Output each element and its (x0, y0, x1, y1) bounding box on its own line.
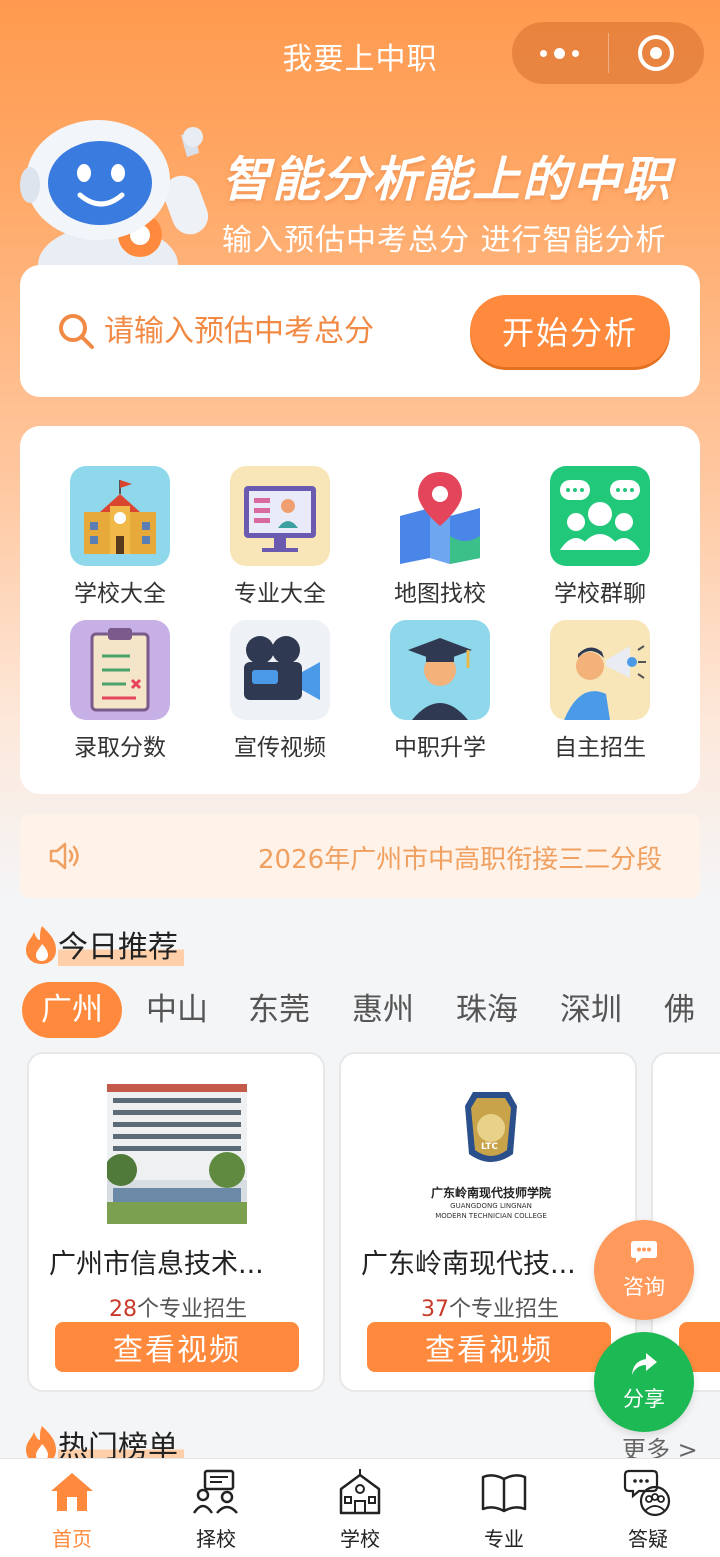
grid-item-further-study[interactable]: 中职升学 (370, 620, 510, 770)
grid-label: 专业大全 (234, 581, 326, 607)
share-button[interactable]: 分享 (594, 1332, 694, 1432)
city-tabs: 广州 中山 东莞 惠州 珠海 深圳 佛 (20, 982, 720, 1038)
hero-subtitle: 输入预估中考总分 进行智能分析 (222, 223, 667, 258)
grid-item-promo-video[interactable]: 宣传视频 (210, 620, 350, 770)
nav-label: 择校 (196, 1527, 236, 1551)
city-tab-zhuhai[interactable]: 珠海 (456, 982, 518, 1038)
nav-item-choose-school[interactable]: 择校 (144, 1467, 288, 1552)
grid-label: 宣传视频 (234, 735, 326, 761)
consult-label: 咨询 (623, 1275, 665, 1299)
qa-chat-icon (623, 1469, 671, 1517)
clipboard-checklist-icon (70, 620, 170, 720)
school-logo-en2: MODERN TECHNICIAN COLLEGE (435, 1212, 547, 1220)
megaphone-person-icon (550, 620, 650, 720)
feature-grid: 学校大全 专业大全 地图找校 学校群聊 录取分数 宣传视频 中职升学 自主招生 (20, 426, 700, 794)
notice-edge (670, 814, 700, 898)
grid-label: 自主招生 (554, 735, 646, 761)
major-count: 28个专业招生 (108, 1297, 247, 1322)
school-logo-badge: LTC (481, 1142, 498, 1152)
nav-item-home[interactable]: 首页 (0, 1467, 144, 1552)
school-photo (107, 1084, 247, 1224)
close-target-icon[interactable] (609, 35, 705, 71)
notice-text: 2026年广州市中高职衔接三二分段 (258, 845, 663, 875)
chat-bubble-icon (631, 1241, 657, 1263)
grid-item-self-enrollment[interactable]: 自主招生 (530, 620, 670, 770)
major-count: 37个专业招生 (420, 1297, 559, 1322)
grid-item-major-list[interactable]: 专业大全 (210, 466, 350, 616)
school-icon (339, 1469, 381, 1515)
city-tab-guangzhou[interactable]: 广州 (22, 982, 122, 1038)
monitor-presentation-icon (230, 466, 330, 566)
recommend-section-title: 今日推荐 (20, 922, 184, 966)
map-pin-icon (390, 466, 490, 566)
book-icon (481, 1474, 527, 1513)
choose-school-icon (192, 1469, 238, 1514)
score-search-card: 开始分析 (20, 265, 700, 397)
nav-label: 答疑 (628, 1527, 668, 1551)
school-logo-en1: GUANGDONG LINGNAN (450, 1202, 532, 1210)
nav-label: 学校 (340, 1527, 380, 1551)
grid-item-school-list[interactable]: 学校大全 (50, 466, 190, 616)
recommend-title: 今日推荐 (58, 922, 184, 966)
consult-button[interactable]: 咨询 (594, 1220, 694, 1320)
nav-item-major[interactable]: 专业 (432, 1467, 576, 1552)
school-card[interactable]: 广州市信息技术... 28个专业招生 查看视频 (27, 1052, 325, 1392)
more-options-icon[interactable] (512, 47, 608, 59)
robot-mascot-icon (20, 120, 209, 275)
graduate-icon (390, 620, 490, 720)
nav-item-school[interactable]: 学校 (288, 1467, 432, 1552)
school-logo-cn: 广东岭南现代技师学院 (430, 1186, 551, 1200)
bottom-nav: 首页 择校 学校 专业 答疑 (0, 1458, 720, 1557)
view-video-button[interactable]: 查看视频 (367, 1322, 611, 1372)
grid-label: 地图找校 (394, 581, 486, 607)
grid-item-admission-scores[interactable]: 录取分数 (50, 620, 190, 770)
city-tab-dongguan[interactable]: 东莞 (248, 982, 310, 1038)
city-tab-huizhou[interactable]: 惠州 (352, 982, 414, 1038)
score-input[interactable] (104, 309, 464, 353)
school-building-icon (70, 466, 170, 566)
city-tab-shenzhen[interactable]: 深圳 (560, 982, 622, 1038)
nav-item-qa[interactable]: 答疑 (576, 1467, 720, 1552)
school-name: 广州市信息技术... (49, 1249, 264, 1280)
share-label: 分享 (623, 1387, 665, 1411)
nav-label: 首页 (52, 1527, 92, 1551)
view-video-button[interactable]: 查看视频 (55, 1322, 299, 1372)
share-arrow-icon (632, 1353, 657, 1375)
grid-label: 学校大全 (74, 581, 166, 607)
grid-label: 录取分数 (74, 735, 166, 761)
school-name: 广东岭南现代技... (361, 1249, 576, 1280)
home-icon (51, 1473, 93, 1511)
video-camera-icon (230, 620, 330, 720)
city-tab-foshan[interactable]: 佛 (664, 982, 695, 1038)
grid-item-map-search[interactable]: 地图找校 (370, 466, 510, 616)
grid-label: 学校群聊 (554, 581, 646, 607)
mini-program-capsule (512, 22, 704, 84)
start-analysis-button[interactable]: 开始分析 (470, 295, 670, 367)
city-tab-zhongshan[interactable]: 中山 (146, 982, 208, 1038)
grid-item-group-chat[interactable]: 学校群聊 (530, 466, 670, 616)
hero-title: 智能分析能上的中职 (222, 152, 673, 208)
notice-bar[interactable]: 2026年广州市中高职衔接三二分段 (20, 814, 700, 898)
group-chat-icon (550, 466, 650, 566)
speaker-icon (49, 842, 79, 870)
nav-label: 专业 (484, 1527, 524, 1551)
search-icon (59, 314, 94, 349)
grid-label: 中职升学 (394, 735, 486, 761)
school-logo: LTC 广东岭南现代技师学院 GUANGDONG LINGNAN MODERN … (401, 1084, 581, 1224)
school-card[interactable]: LTC 广东岭南现代技师学院 GUANGDONG LINGNAN MODERN … (339, 1052, 637, 1392)
